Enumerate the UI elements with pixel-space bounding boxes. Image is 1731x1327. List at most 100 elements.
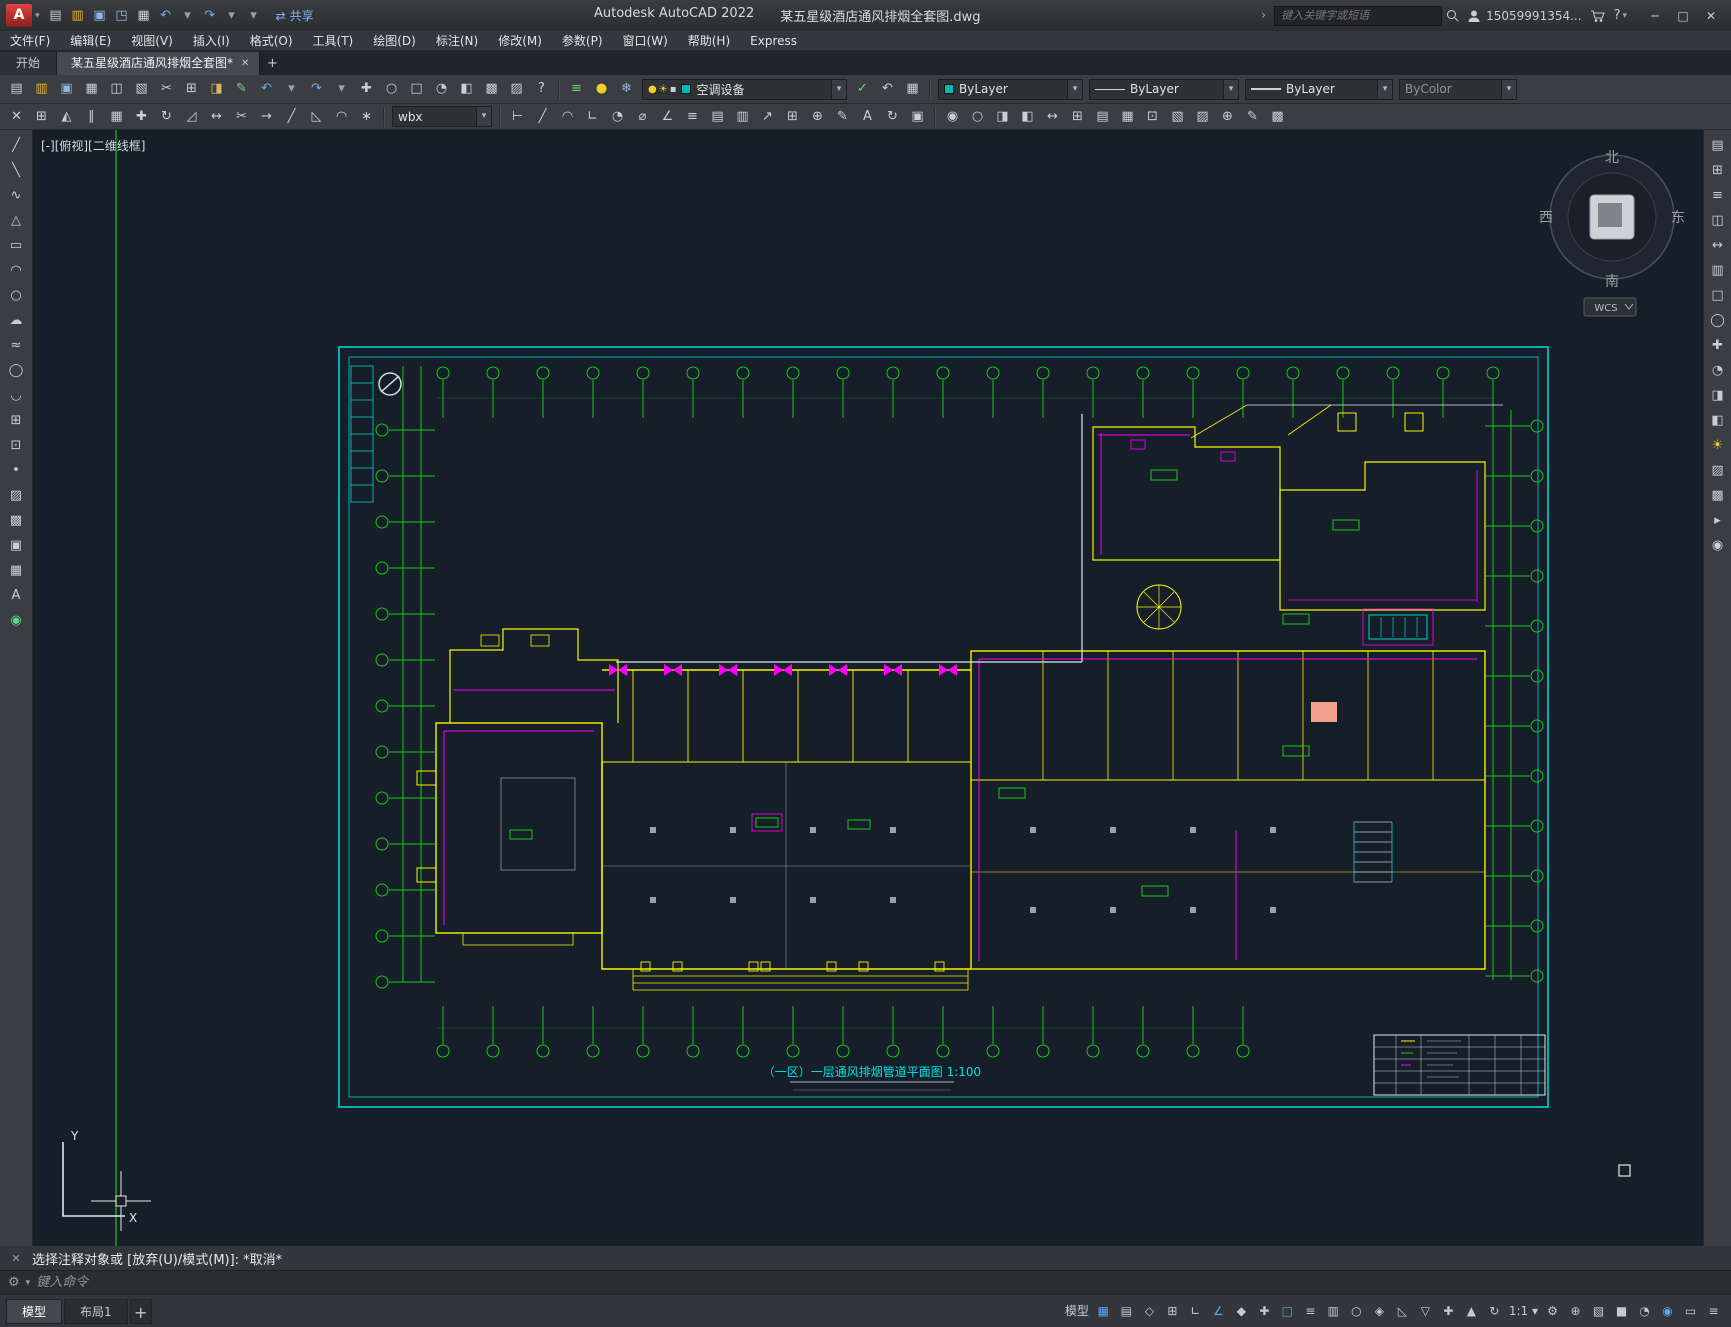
command-close-icon[interactable]: ✕	[8, 1252, 24, 1265]
tab-document[interactable]: 某五星级酒店通风排烟全套图* ✕	[57, 52, 261, 75]
trim-button[interactable]: ✂	[229, 106, 254, 128]
menu-item[interactable]: 修改(M)	[488, 31, 552, 51]
stretch-button[interactable]: ↔	[204, 106, 229, 128]
camera-button[interactable]: ◧	[1705, 408, 1730, 433]
copy-object-button[interactable]: ⊞	[29, 106, 54, 128]
quick-properties-button[interactable]: ▧	[1587, 1299, 1610, 1323]
redo-dropdown[interactable]: ▾	[329, 78, 354, 100]
xref-attach-button[interactable]: ▧	[1165, 106, 1190, 128]
object-snap-tracking-button[interactable]: ✚	[1253, 1299, 1276, 1323]
zoom-window-tool-button[interactable]: □	[1705, 283, 1730, 308]
save-button[interactable]: ▣	[54, 78, 79, 100]
qat-redo-button[interactable]: ↷	[199, 5, 221, 27]
gradient-button[interactable]: ▩	[4, 508, 29, 533]
search-input[interactable]	[1274, 5, 1443, 26]
layer-states-button[interactable]: ▦	[900, 78, 925, 100]
dim-radius-button[interactable]: ◔	[605, 106, 630, 128]
revision-cloud-button[interactable]: ☁	[4, 308, 29, 333]
plotstyle-combo-dropdown-icon[interactable]: ▾	[1501, 79, 1516, 99]
offset-button[interactable]: ∥	[79, 106, 104, 128]
textstyle-combo[interactable]: wbx ▾	[392, 106, 492, 127]
table-tool-button[interactable]: ▦	[4, 558, 29, 583]
color-combo[interactable]: ByLayer ▾	[938, 78, 1083, 100]
show-motion-button[interactable]: ▸	[1705, 508, 1730, 533]
dim-style-button[interactable]: ▣	[905, 106, 930, 128]
plot-preview-button[interactable]: ◫	[104, 78, 129, 100]
point-button[interactable]: •	[4, 458, 29, 483]
erase-button[interactable]: ✕	[4, 106, 29, 128]
drawing-canvas[interactable]: （一区）一层通风排烟管道平面图 1:100 北 南 西 东 WCS Y X [-…	[33, 130, 1703, 1246]
dim-arc-length-button[interactable]: ◠	[555, 106, 580, 128]
compass-north-label[interactable]: 北	[1605, 150, 1619, 166]
fillet-button[interactable]: ◠	[329, 106, 354, 128]
match-properties-button[interactable]: ✎	[229, 78, 254, 100]
mirror-button[interactable]: ◭	[54, 106, 79, 128]
addselected-button[interactable]: ◉	[4, 608, 29, 633]
measure-tool-button[interactable]: ↔	[1705, 233, 1730, 258]
compass-south-label[interactable]: 南	[1605, 274, 1619, 290]
copy-button[interactable]: ⊞	[179, 78, 204, 100]
dim-aligned-button[interactable]: ╱	[530, 106, 555, 128]
menu-item[interactable]: 参数(P)	[552, 31, 613, 51]
menu-item[interactable]: 插入(I)	[183, 31, 240, 51]
designcenter-button[interactable]: ▩	[479, 78, 504, 100]
quickcalc-button[interactable]: ⊞	[1065, 106, 1090, 128]
extend-button[interactable]: →	[254, 106, 279, 128]
draw-order-front-button[interactable]: ◨	[990, 106, 1015, 128]
qat-new-button[interactable]: ▤	[45, 5, 67, 27]
command-dropdown-icon[interactable]: ▾	[26, 1278, 31, 1288]
make-block-button[interactable]: ⊡	[4, 433, 29, 458]
properties-tool-button[interactable]: ▤	[1705, 133, 1730, 158]
materials-button[interactable]: ▨	[1705, 458, 1730, 483]
gizmo-button[interactable]: ✚	[1437, 1299, 1460, 1323]
sun-properties-button[interactable]: ☀	[1705, 433, 1730, 458]
qat-plot-button[interactable]: ▦	[133, 5, 155, 27]
textstyle-combo-dropdown-icon[interactable]: ▾	[476, 107, 491, 126]
groups-tool-button[interactable]: ◫	[1705, 208, 1730, 233]
lineweight-combo[interactable]: ByLayer ▾	[1245, 78, 1393, 100]
hyperlink-button[interactable]: ⊕	[1215, 106, 1240, 128]
command-customize-icon[interactable]: ⚙	[8, 1275, 20, 1290]
search-collapse-icon[interactable]: ›	[1261, 8, 1266, 23]
qat-save-button[interactable]: ▣	[89, 5, 111, 27]
dim-diameter-button[interactable]: ⌀	[630, 106, 655, 128]
account-button[interactable]: 15059991354...	[1467, 9, 1582, 23]
zoom-window-button[interactable]: □	[404, 78, 429, 100]
layer-properties-manager-button[interactable]: ≡	[564, 78, 589, 100]
help-menu-button[interactable]: ? ▾	[1614, 8, 1627, 23]
table-button[interactable]: ▦	[1115, 106, 1140, 128]
compass-east-label[interactable]: 东	[1671, 210, 1685, 226]
lineweight-combo-dropdown-icon[interactable]: ▾	[1377, 79, 1392, 99]
markup-button[interactable]: ✎	[1240, 106, 1265, 128]
construction-line-button[interactable]: ╲	[4, 158, 29, 183]
pan-tool-button[interactable]: ✚	[1705, 333, 1730, 358]
layout1-tab[interactable]: 布局1	[64, 1298, 128, 1324]
hatch-button[interactable]: ▨	[4, 483, 29, 508]
layer-off-button[interactable]: ●	[589, 78, 614, 100]
image-attach-button[interactable]: ▨	[1190, 106, 1215, 128]
menu-item[interactable]: 编辑(E)	[60, 31, 121, 51]
layer-freeze-button[interactable]: ❄	[614, 78, 639, 100]
qat-redo-dropdown[interactable]: ▾	[221, 5, 243, 27]
chamfer-button[interactable]: ◺	[304, 106, 329, 128]
dim-linear-button[interactable]: ⊢	[505, 106, 530, 128]
ellipse-button[interactable]: ◯	[4, 358, 29, 383]
lineweight-display-button[interactable]: ≡	[1299, 1299, 1322, 1323]
view-compass[interactable]: 北 南 西 东	[1539, 150, 1685, 290]
isometric-drafting-button[interactable]: ◆	[1230, 1299, 1253, 1323]
explode-button[interactable]: ∗	[354, 106, 379, 128]
layer-combo[interactable]: ● ☀ ▪ 空调设备 ▾	[642, 78, 847, 100]
annotation-autoscale-button[interactable]: ↻	[1483, 1299, 1506, 1323]
qat-open-button[interactable]: ▥	[67, 5, 89, 27]
autocad-logo[interactable]: A	[6, 4, 32, 27]
new-button[interactable]: ▤	[4, 78, 29, 100]
polyline-button[interactable]: ∿	[4, 183, 29, 208]
color-combo-dropdown-icon[interactable]: ▾	[1067, 79, 1082, 99]
plotstyle-combo[interactable]: ByColor ▾	[1399, 78, 1517, 100]
selection-filter-button[interactable]: ▽	[1414, 1299, 1437, 1323]
rotate-button[interactable]: ↻	[154, 106, 179, 128]
measure-button[interactable]: ↔	[1040, 106, 1065, 128]
polar-tracking-button[interactable]: ∠	[1207, 1299, 1230, 1323]
blocks-palette-button[interactable]: ⊞	[1705, 158, 1730, 183]
transparency-button[interactable]: ▥	[1322, 1299, 1345, 1323]
